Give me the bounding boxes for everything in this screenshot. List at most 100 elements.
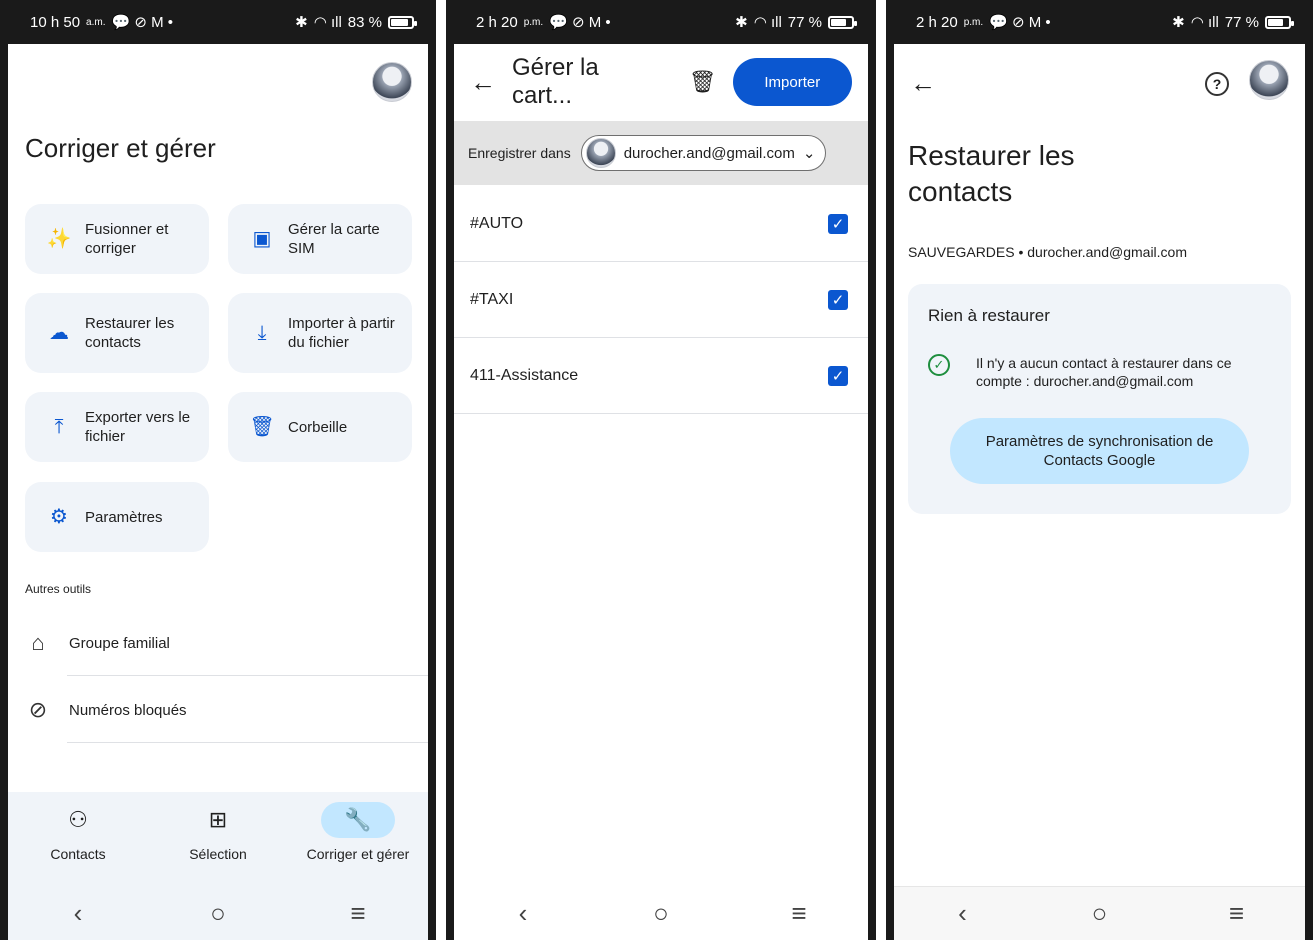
nav-label: Contacts [50, 846, 106, 862]
upload-icon: ⤒ [54, 415, 64, 438]
tool-label: Numéros bloqués [69, 701, 187, 719]
magic-wand-icon: ✨ [46, 227, 72, 250]
highlight-icon: ⊞ [208, 807, 228, 832]
phone-screen-restore-contacts: 2 h 20 p.m. 💬 ⊘ M • ✱ ◠ ıll 77 % ← ? Res… [886, 0, 1313, 940]
wrench-icon: 🔧 [321, 802, 395, 838]
battery-percent: 83 % [347, 13, 382, 31]
contact-checkbox[interactable]: ✓ [828, 213, 848, 234]
recents-nav-icon[interactable]: ≡ [1217, 898, 1257, 929]
download-icon: ⤓ [257, 321, 267, 344]
account-avatar[interactable] [1249, 60, 1289, 100]
tile-label: Paramètres [85, 508, 163, 526]
bluetooth-icon: ✱ [735, 14, 748, 31]
home-nav-icon[interactable]: ○ [641, 898, 681, 929]
tile-label: Gérer la carte SIM [288, 221, 380, 257]
back-arrow-icon[interactable]: ← [910, 68, 936, 99]
phone-screen-fix-manage: 10 h 50 a.m. 💬 ⊘ M • ✱ ◠ ıll 83 % Corrig… [0, 0, 436, 940]
divider [67, 675, 428, 676]
back-nav-icon[interactable]: ‹ [503, 898, 543, 929]
contact-name: 411-Assistance [470, 366, 579, 384]
phone-screen-manage-sim: 2 h 20 p.m. 💬 ⊘ M • ✱ ◠ ıll 77 % ← Gérer… [446, 0, 876, 940]
status-bar: 10 h 50 a.m. 💬 ⊘ M • ✱ ◠ ıll 83 % [8, 0, 428, 44]
page-title: Restaurer les contacts [908, 140, 1075, 207]
divider [67, 742, 428, 743]
other-tools-heading: Autres outils [25, 582, 92, 596]
import-button[interactable]: Importer [732, 58, 852, 106]
sim-contact-row[interactable]: 411-Assistance ✓ [454, 338, 868, 414]
system-nav-bar: ‹ ○ ≡ [454, 886, 868, 940]
status-time: 2 h 20 [916, 13, 958, 31]
trash-tile[interactable]: 🗑 Corbeille [228, 392, 412, 462]
notification-icons: 💬 ⊘ M • [989, 14, 1051, 31]
status-bar: 2 h 20 p.m. 💬 ⊘ M • ✱ ◠ ıll 77 % [894, 0, 1305, 44]
nav-label: Sélection [189, 846, 247, 862]
home-nav-icon[interactable]: ○ [198, 898, 238, 929]
nav-contacts[interactable]: ⚇ Contacts [8, 802, 148, 862]
restore-card: Rien à restaurer ✓ Il n'y a aucun contac… [908, 284, 1291, 514]
sim-card-icon: ▣ [252, 227, 272, 250]
manage-sim-tile[interactable]: ▣ Gérer la carte SIM [228, 204, 412, 274]
trash-icon[interactable]: 🗑 [689, 69, 717, 95]
account-selector[interactable]: durocher.and@gmail.com ⌄ [580, 135, 827, 171]
recents-nav-icon[interactable]: ≡ [779, 898, 819, 929]
wifi-signal-icon: ◠ ıll [1190, 14, 1219, 31]
system-nav-bar: ‹ ○ ≡ [8, 886, 428, 940]
battery-percent: 77 % [787, 13, 822, 31]
battery-icon [388, 15, 417, 29]
chevron-down-icon: ⌄ [802, 145, 816, 162]
cloud-restore-icon: ☁ [49, 321, 69, 344]
card-title: Rien à restaurer [928, 306, 1050, 325]
battery-icon [828, 15, 857, 29]
sync-settings-button[interactable]: Paramètres de synchronisation de Contact… [950, 418, 1249, 484]
status-time: 2 h 20 [476, 13, 518, 31]
backups-subtitle: SAUVEGARDES • durocher.and@gmail.com [908, 244, 1188, 260]
blocked-numbers-item[interactable]: ⊘ Numéros bloqués [25, 677, 428, 743]
save-to-bar: Enregistrer dans durocher.and@gmail.com … [454, 121, 868, 185]
status-bar: 2 h 20 p.m. 💬 ⊘ M • ✱ ◠ ıll 77 % [454, 0, 868, 44]
family-group-item[interactable]: ⌂ Groupe familial [25, 610, 428, 676]
app-bar: ← Gérer la cart... 🗑 Importer [454, 44, 868, 120]
settings-tile[interactable]: ⚙ Paramètres [25, 482, 209, 552]
system-nav-bar: ‹ ○ ≡ [894, 886, 1305, 940]
recents-nav-icon[interactable]: ≡ [338, 898, 378, 929]
block-icon: ⊘ [28, 697, 48, 722]
nav-label: Corriger et gérer [306, 846, 410, 862]
merge-fix-tile[interactable]: ✨ Fusionner et corriger [25, 204, 209, 274]
tile-label: Importer à partir du fichier [288, 315, 395, 351]
gear-icon: ⚙ [50, 505, 68, 528]
back-nav-icon[interactable]: ‹ [58, 898, 98, 929]
restore-contacts-tile[interactable]: ☁ Restaurer les contacts [25, 293, 209, 373]
contact-checkbox[interactable]: ✓ [828, 365, 848, 386]
notification-icons: 💬 ⊘ M • [111, 14, 174, 31]
bluetooth-icon: ✱ [1172, 14, 1185, 31]
wifi-signal-icon: ◠ ıll [313, 14, 342, 31]
tile-label: Restaurer les contacts [85, 315, 175, 351]
status-ampm: p.m. [963, 16, 984, 28]
page-title: Gérer la cart... [512, 54, 599, 109]
save-in-label: Enregistrer dans [468, 145, 571, 161]
sim-contact-row[interactable]: #AUTO ✓ [454, 186, 868, 262]
import-file-tile[interactable]: ⤓ Importer à partir du fichier [228, 293, 412, 373]
account-avatar[interactable] [372, 62, 412, 102]
help-icon[interactable]: ? [1205, 72, 1229, 96]
home-nav-icon[interactable]: ○ [1080, 898, 1120, 929]
bluetooth-icon: ✱ [295, 14, 308, 31]
tile-label: Exporter vers le fichier [85, 409, 191, 445]
export-file-tile[interactable]: ⤒ Exporter vers le fichier [25, 392, 209, 462]
page-title: Corriger et gérer [25, 133, 216, 163]
battery-percent: 77 % [1224, 13, 1259, 31]
family-home-icon: ⌂ [31, 630, 45, 655]
contact-checkbox[interactable]: ✓ [828, 289, 848, 310]
status-time: 10 h 50 [30, 13, 81, 31]
contact-name: #TAXI [470, 290, 514, 308]
sim-contact-row[interactable]: #TAXI ✓ [454, 262, 868, 338]
tool-label: Groupe familial [69, 634, 170, 652]
nav-fix-manage[interactable]: 🔧 Corriger et gérer [288, 802, 428, 862]
notification-icons: 💬 ⊘ M • [549, 14, 611, 31]
tile-label: Fusionner et corriger [85, 221, 169, 257]
back-arrow-icon[interactable]: ← [470, 67, 496, 98]
person-icon: ⚇ [68, 807, 88, 832]
nav-selection[interactable]: ⊞ Sélection [148, 802, 288, 862]
back-nav-icon[interactable]: ‹ [943, 898, 983, 929]
battery-icon [1265, 15, 1294, 29]
